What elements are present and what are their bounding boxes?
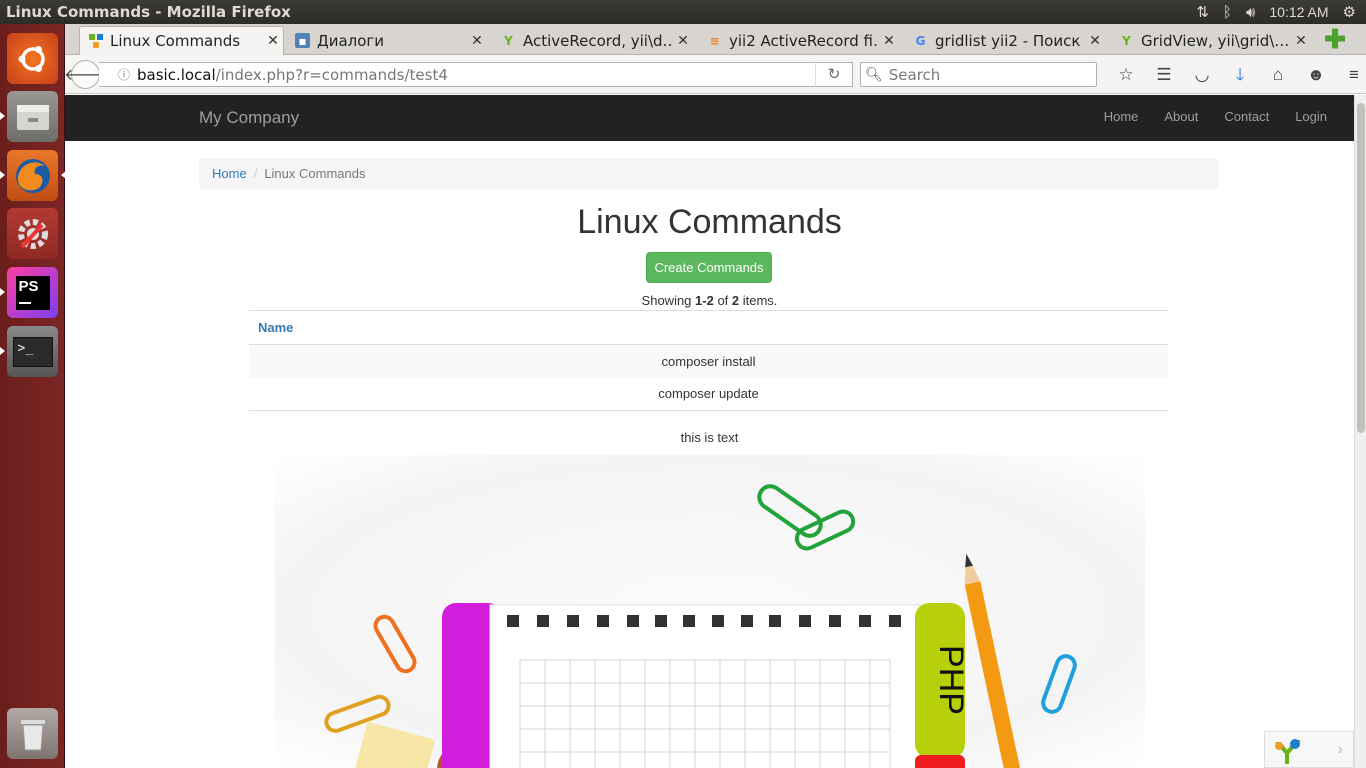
notebook [489, 604, 921, 768]
chat-icon[interactable]: ☻ [1297, 63, 1335, 87]
vk-icon: ▪ [295, 33, 310, 48]
page-title: Linux Commands [577, 203, 842, 241]
scrollbar-thumb[interactable] [1357, 103, 1365, 433]
system-tray: ⇅ ᛒ 🔊︎ 10:12 AM ⚙ [1196, 0, 1366, 24]
table-cell: composer install [249, 344, 1168, 378]
clock[interactable]: 10:12 AM [1269, 4, 1328, 20]
back-button[interactable]: 🡐 [64, 60, 107, 89]
nav-login[interactable]: Login [1282, 109, 1340, 124]
commands-grid: Name composer install composer update [249, 310, 1168, 411]
tab-dialogs[interactable]: ▪ Диалоги ✕ [287, 26, 487, 55]
menu-icon[interactable]: ≡ [1335, 63, 1366, 87]
new-tab-button[interactable]: ✚ [1322, 26, 1348, 52]
pocket-icon[interactable]: ◡ [1183, 63, 1221, 87]
chevron-right-icon[interactable]: › [1338, 741, 1343, 759]
yii-logo-icon [88, 34, 103, 49]
tab-strip: Linux Commands ✕ ▪ Диалоги ✕ Y ActiveRec… [65, 24, 1366, 55]
gear-icon[interactable]: ⚙ [1343, 3, 1356, 21]
url-host: basic.local [137, 65, 216, 84]
browser-toolbar: 🡐 ⓘ basic.local/index.php?r=commands/tes… [64, 55, 1366, 94]
trash-icon[interactable] [7, 708, 58, 759]
site-menu: Home About Contact Login [1091, 109, 1340, 124]
php-tab-label: PHP [932, 645, 970, 715]
ubuntu-top-panel: Linux Commands - Mozilla Firefox ⇅ ᛒ 🔊︎ … [0, 0, 1366, 24]
download-icon[interactable]: 🡓 [1221, 63, 1259, 87]
google-icon: G [915, 33, 926, 48]
close-icon[interactable]: ✕ [673, 33, 693, 49]
close-icon[interactable]: ✕ [263, 33, 283, 49]
close-icon[interactable]: ✕ [1085, 33, 1105, 49]
window-title: Linux Commands - Mozilla Firefox [6, 3, 291, 21]
nav-about[interactable]: About [1151, 109, 1211, 124]
reload-icon: ↻ [827, 66, 841, 83]
page-viewport: My Company Home About Contact Login Home… [65, 95, 1366, 768]
network-updown-icon[interactable]: ⇅ [1196, 3, 1209, 21]
breadcrumb: Home / Linux Commands [199, 158, 1219, 189]
create-commands-button[interactable]: Create Commands [646, 252, 772, 283]
stackoverflow-icon: ≡ [709, 33, 720, 48]
url-path: /index.php?r=commands/test4 [215, 65, 448, 84]
nav-home[interactable]: Home [1091, 109, 1152, 124]
table-row: composer update [249, 377, 1168, 411]
tab-gridlist-search[interactable]: G gridlist yii2 - Поиск … ✕ [905, 26, 1105, 55]
yii-logo-icon: Y [1122, 33, 1131, 48]
url-bar[interactable]: ⓘ basic.local/index.php?r=commands/test4 [99, 62, 852, 87]
table-row: composer install [249, 344, 1168, 378]
close-icon[interactable]: ✕ [879, 33, 899, 49]
reload-button[interactable]: ↻ [815, 62, 853, 87]
nav-contact[interactable]: Contact [1211, 109, 1282, 124]
yii-logo-icon [1275, 739, 1301, 764]
hero-illustration: PHP [275, 455, 1145, 768]
yii-debug-toolbar[interactable]: › [1264, 731, 1354, 768]
breadcrumb-home[interactable]: Home [212, 166, 247, 181]
firefox-icon[interactable] [0, 150, 66, 201]
grid-header-name: Name [249, 310, 1168, 345]
paperclip-green [757, 484, 856, 551]
caption-text: this is text [680, 430, 739, 445]
breadcrumb-current: Linux Commands [264, 166, 366, 181]
volume-icon[interactable]: 🔊︎ [1246, 4, 1255, 21]
close-icon[interactable]: ✕ [1291, 33, 1311, 49]
tab-linux-commands[interactable]: Linux Commands ✕ [79, 26, 284, 55]
grid-summary: Showing 1-2 of 2 items. [641, 293, 778, 308]
close-icon[interactable]: ✕ [467, 33, 487, 49]
ubuntu-dash-icon[interactable] [7, 33, 58, 84]
files-icon[interactable] [0, 91, 58, 142]
site-navbar: My Company Home About Contact Login [65, 95, 1354, 141]
home-icon[interactable]: ⌂ [1259, 63, 1297, 87]
toolbar-icons: ☆ ☰ ◡ 🡓 ⌂ ☻ ≡ [1107, 63, 1366, 87]
unity-launcher: PS >_ [0, 24, 66, 768]
paperclip-blue [1041, 654, 1077, 714]
yii-logo-icon: Y [504, 33, 513, 48]
search-input[interactable]: 🔍︎ Search [860, 62, 1097, 87]
page-scrollbar[interactable] [1354, 95, 1366, 768]
system-settings-icon[interactable] [7, 208, 58, 259]
sticky-note [352, 721, 436, 768]
info-icon[interactable]: ⓘ [111, 66, 137, 83]
bookmark-star-icon[interactable]: ☆ [1107, 63, 1145, 87]
site-brand[interactable]: My Company [199, 108, 299, 128]
tab-gridview[interactable]: Y GridView, yii\grid\… ✕ [1111, 26, 1311, 55]
tab-yii2-activerecord[interactable]: ≡ yii2 ActiveRecord fi… ✕ [699, 26, 899, 55]
table-cell: composer update [249, 377, 1168, 411]
reading-list-icon[interactable]: ☰ [1145, 63, 1183, 87]
search-icon: 🔍︎ [865, 66, 883, 83]
notebook-tab-red [915, 755, 965, 768]
terminal-icon[interactable]: >_ [0, 326, 58, 377]
paperclip-orange [373, 614, 417, 674]
tab-activerecord[interactable]: Y ActiveRecord, yii\d… ✕ [493, 26, 693, 55]
bluetooth-icon[interactable]: ᛒ [1223, 4, 1232, 21]
sort-name-link[interactable]: Name [258, 320, 293, 335]
phpstorm-icon[interactable]: PS [0, 267, 58, 318]
